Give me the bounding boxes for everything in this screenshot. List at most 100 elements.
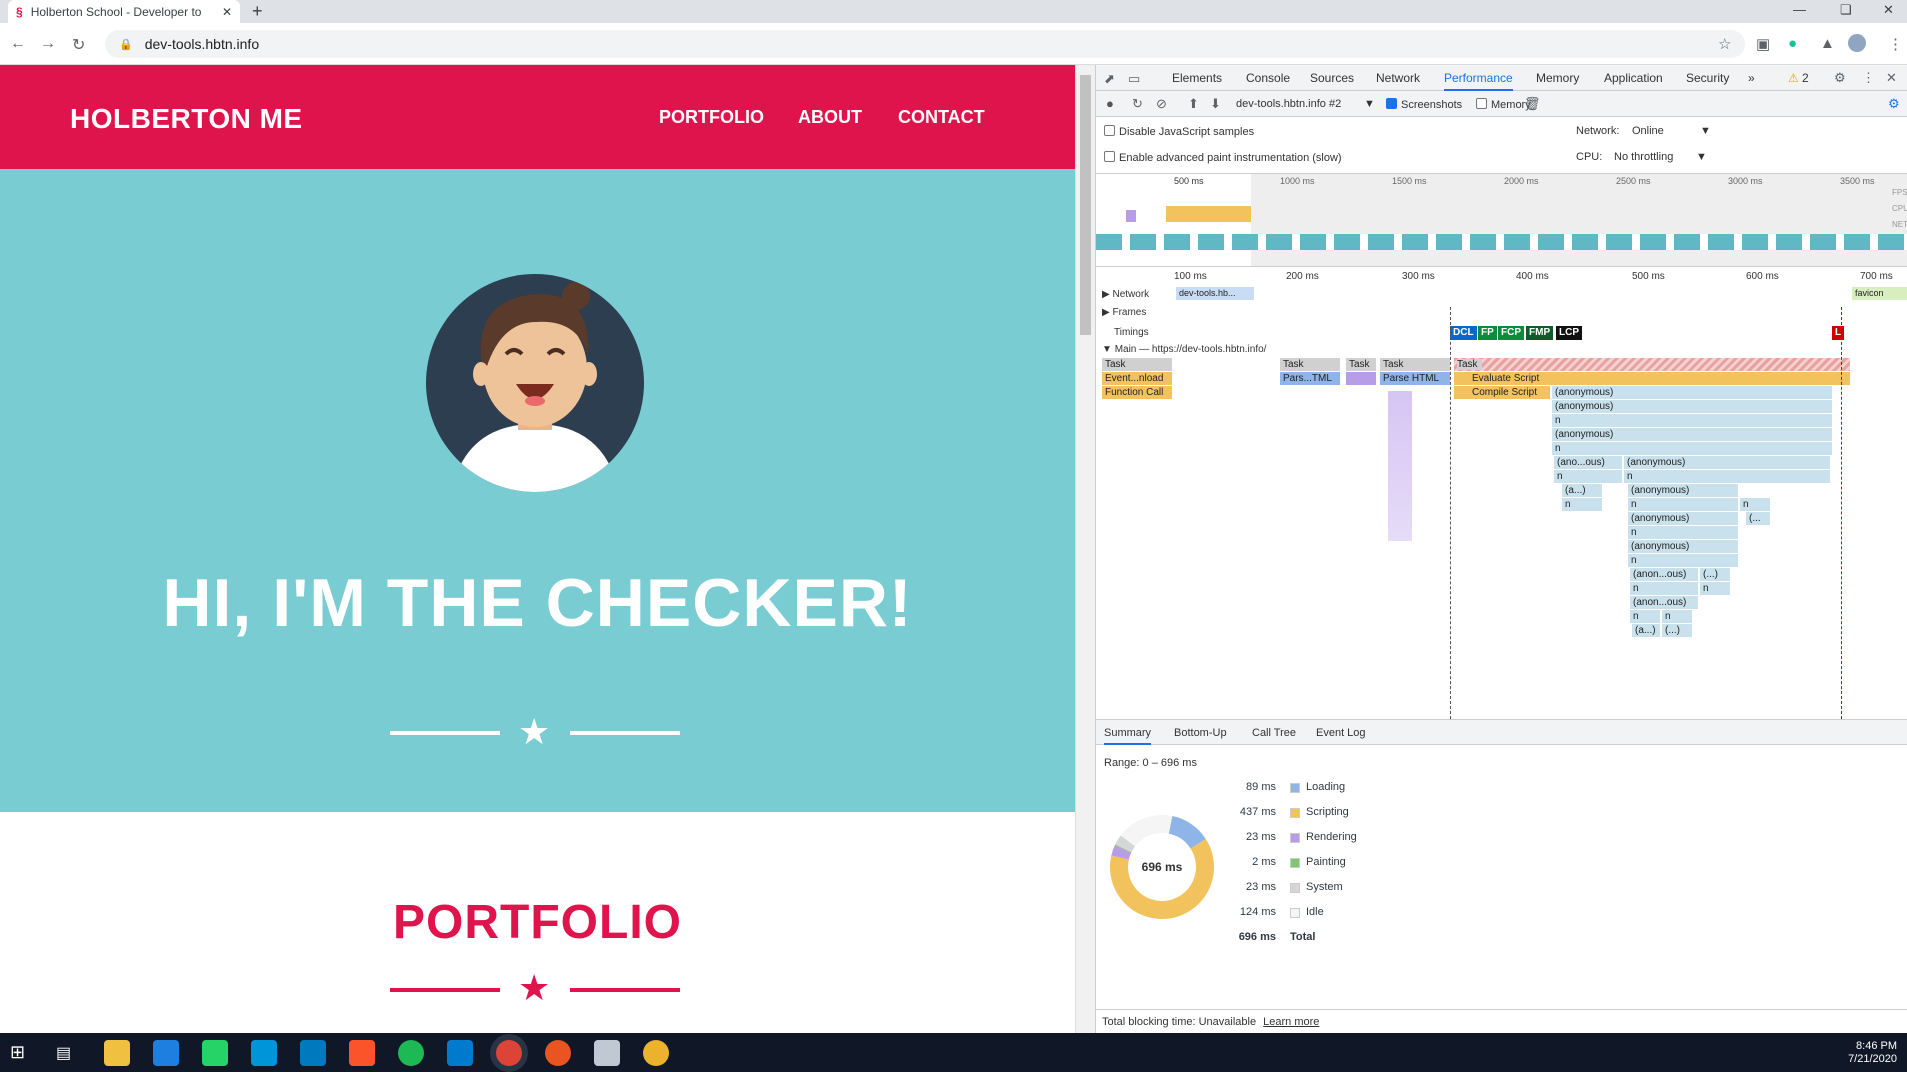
site-brand[interactable]: HOLBERTON ME — [70, 103, 303, 135]
tab-summary[interactable]: Summary — [1104, 727, 1152, 745]
task-view-icon[interactable]: ▤ — [56, 1043, 71, 1063]
browser-tab[interactable]: § Holberton School - Developer to ✕ — [8, 0, 240, 23]
flame-n[interactable]: n — [1740, 498, 1770, 511]
flame-n[interactable]: n — [1630, 610, 1660, 623]
memory-checkbox[interactable]: Memory — [1476, 98, 1531, 111]
restore-icon[interactable]: ❏ — [1840, 2, 1852, 18]
flame-n[interactable]: n — [1630, 582, 1698, 595]
back-arrow-icon[interactable]: ← — [10, 35, 26, 53]
page-scrollbar-thumb[interactable] — [1080, 75, 1091, 335]
flame-anonymous-short[interactable]: (anon...ous) — [1630, 568, 1698, 581]
trello-icon[interactable] — [300, 1040, 326, 1066]
close-devtools-icon[interactable]: ✕ — [1886, 70, 1897, 86]
network-favicon-bar[interactable]: favicon — [1852, 287, 1907, 300]
flame-task[interactable]: Task — [1380, 358, 1450, 371]
flame-anonymous-short[interactable]: (...) — [1700, 568, 1730, 581]
flame-anonymous-short[interactable]: (a...) — [1562, 484, 1602, 497]
trash-icon[interactable]: 🗑 — [1524, 96, 1541, 112]
paint-instrumentation-checkbox[interactable]: Enable advanced paint instrumentation (s… — [1104, 151, 1342, 164]
track-network[interactable]: ▶ Network — [1102, 289, 1149, 300]
spotify-icon[interactable] — [398, 1040, 424, 1066]
timing-dcl[interactable]: DCL — [1450, 326, 1477, 340]
warning-icon[interactable]: ⚠ — [1788, 71, 1799, 85]
flame-anonymous-short[interactable]: (ano...ous) — [1554, 456, 1622, 469]
upload-icon[interactable]: ⬆ — [1188, 96, 1199, 112]
tab-call-tree[interactable]: Call Tree — [1252, 727, 1296, 739]
flame-n[interactable]: n — [1562, 498, 1602, 511]
flame-n[interactable]: n — [1662, 610, 1692, 623]
flame-anonymous-short[interactable]: (... — [1746, 512, 1770, 525]
timing-fp[interactable]: FP — [1478, 326, 1497, 340]
flame-rendering[interactable] — [1346, 372, 1376, 385]
flame-task[interactable]: Task — [1280, 358, 1340, 371]
flame-n[interactable]: n — [1628, 526, 1738, 539]
mail-icon[interactable] — [153, 1040, 179, 1066]
instagram-icon[interactable] — [251, 1040, 277, 1066]
disable-js-checkbox[interactable]: Disable JavaScript samples — [1104, 125, 1254, 138]
flame-compile-script[interactable]: Compile Script — [1454, 386, 1550, 399]
record-icon[interactable]: ● — [1106, 96, 1114, 111]
tab-memory[interactable]: Memory — [1536, 71, 1579, 85]
screenshots-checkbox[interactable]: Screenshots — [1386, 98, 1462, 111]
profile-avatar[interactable] — [1848, 34, 1866, 52]
devtools-menu-icon[interactable]: ⋮ — [1862, 70, 1875, 86]
timing-load[interactable]: L — [1832, 326, 1845, 340]
flame-task[interactable]: Task — [1102, 358, 1172, 371]
chevron-down-icon[interactable]: ▼ — [1364, 98, 1375, 110]
file-explorer-icon[interactable] — [104, 1040, 130, 1066]
flame-n[interactable]: n — [1700, 582, 1730, 595]
flame-anonymous[interactable]: (anonymous) — [1628, 512, 1738, 525]
chrome-icon[interactable] — [496, 1040, 522, 1066]
device-toolbar-icon[interactable]: ▭ — [1128, 71, 1140, 87]
flame-task[interactable]: Task — [1346, 358, 1376, 371]
nav-contact[interactable]: CONTACT — [898, 107, 985, 128]
inspect-element-icon[interactable]: ⬈ — [1104, 71, 1115, 87]
download-icon[interactable]: ⬇ — [1210, 96, 1221, 112]
new-tab-button[interactable]: + — [252, 1, 263, 22]
track-frames[interactable]: ▶ Frames — [1102, 307, 1146, 318]
flame-anonymous[interactable]: (anonymous) — [1628, 540, 1738, 553]
flame-long-task[interactable]: Task — [1454, 358, 1850, 371]
forward-arrow-icon[interactable]: → — [40, 35, 56, 53]
vscode-icon[interactable] — [447, 1040, 473, 1066]
flame-anonymous-short[interactable]: (anon...ous) — [1630, 596, 1698, 609]
flame-function-call[interactable]: Function Call — [1102, 386, 1172, 399]
flame-anonymous[interactable]: (anonymous) — [1552, 428, 1832, 441]
network-chevron-icon[interactable]: ▼ — [1700, 125, 1711, 137]
timing-lcp[interactable]: LCP — [1556, 326, 1582, 340]
network-throttle-select[interactable]: Online — [1632, 125, 1664, 137]
flame-anonymous[interactable]: (anonymous) — [1552, 386, 1832, 399]
grammarly-icon[interactable]: ● — [1788, 35, 1797, 52]
tab-event-log[interactable]: Event Log — [1316, 727, 1366, 739]
cpu-throttle-select[interactable]: No throttling — [1614, 151, 1673, 163]
flame-evaluate-script[interactable]: Evaluate Script — [1454, 372, 1850, 385]
timing-fcp[interactable]: FCP — [1498, 326, 1524, 340]
address-bar[interactable]: 🔒 dev-tools.hbtn.info — [105, 30, 1745, 58]
reload-record-icon[interactable]: ↻ — [1132, 96, 1143, 112]
flame-anonymous[interactable]: (anonymous) — [1624, 456, 1830, 469]
system-clock[interactable]: 8:46 PM 7/21/2020 — [1848, 1040, 1897, 1066]
flame-parse-html[interactable]: Pars...TML — [1280, 372, 1340, 385]
flame-event-load[interactable]: Event...nload — [1102, 372, 1172, 385]
more-tabs-icon[interactable]: » — [1748, 71, 1755, 85]
star-bookmark-icon[interactable]: ☆ — [1718, 35, 1731, 53]
flame-n[interactable]: n — [1624, 470, 1830, 483]
track-main[interactable]: ▼ Main — https://dev-tools.hbtn.info/ — [1102, 344, 1266, 355]
clear-icon[interactable]: ⊘ — [1156, 96, 1167, 112]
windows-start-icon[interactable]: ⊞ — [10, 1042, 25, 1063]
flame-chart[interactable]: 100 ms 200 ms 300 ms 400 ms 500 ms 600 m… — [1096, 267, 1907, 719]
pocket-icon[interactable]: ▣ — [1756, 35, 1770, 53]
slack-icon[interactable] — [643, 1040, 669, 1066]
flame-anonymous-short[interactable]: (...) — [1662, 624, 1692, 637]
flame-parse-html[interactable]: Parse HTML — [1380, 372, 1450, 385]
flame-n[interactable]: n — [1628, 554, 1738, 567]
extensions-icon[interactable]: ▲ — [1820, 35, 1835, 52]
timeline-overview[interactable]: 500 ms 1000 ms 1500 ms 2000 ms 2500 ms 3… — [1096, 173, 1907, 267]
nav-about[interactable]: ABOUT — [798, 107, 862, 128]
whatsapp-icon[interactable] — [202, 1040, 228, 1066]
flame-anonymous-short[interactable]: (a...) — [1632, 624, 1660, 637]
flame-n[interactable]: n — [1628, 498, 1738, 511]
page-scrollbar[interactable] — [1075, 65, 1095, 1033]
tab-security[interactable]: Security — [1686, 71, 1729, 85]
tab-network[interactable]: Network — [1376, 71, 1420, 85]
